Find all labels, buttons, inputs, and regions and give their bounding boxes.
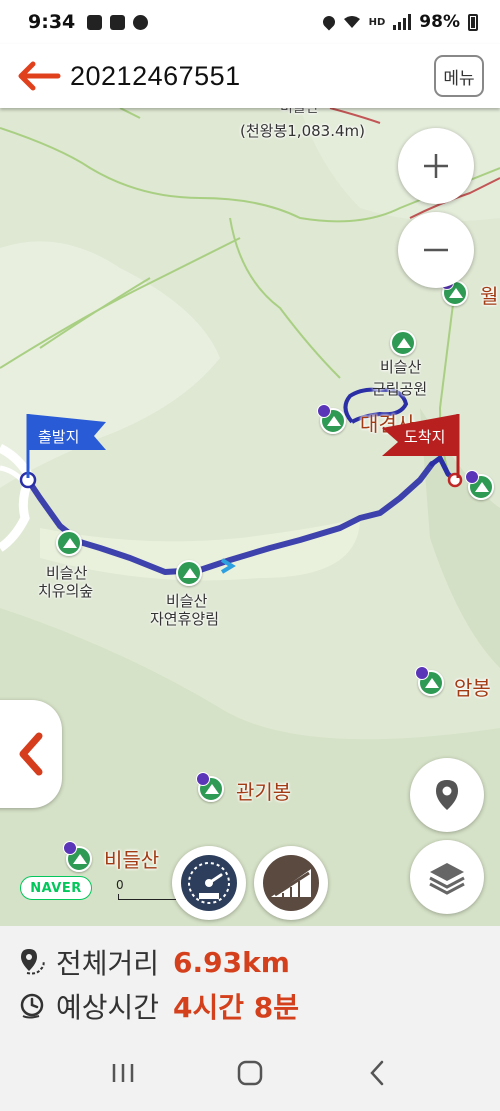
back-button[interactable] bbox=[16, 56, 62, 96]
time-value: 4시간 8분 bbox=[173, 991, 300, 1024]
speedometer-button[interactable] bbox=[172, 846, 246, 920]
app-notification-icon bbox=[110, 14, 126, 30]
map-label-forest-line2: 자연휴양림 bbox=[150, 610, 220, 628]
start-flag-label: 출발지 bbox=[38, 428, 80, 446]
location-icon bbox=[320, 13, 338, 31]
recent-apps-icon bbox=[113, 1063, 134, 1082]
distance-label: 전체거리 bbox=[56, 947, 160, 980]
poi-healing-forest-icon[interactable] bbox=[56, 530, 82, 556]
map-label-healing-line2: 치유의숲 bbox=[38, 582, 94, 600]
minus-icon bbox=[424, 248, 448, 252]
battery-percent: 98% bbox=[419, 12, 460, 32]
map-label-gwangibong: 관기봉 bbox=[236, 780, 292, 804]
recent-apps-button[interactable] bbox=[93, 1048, 153, 1098]
status-bar: 9:34 HD 98% bbox=[0, 0, 500, 44]
zoom-out-button[interactable] bbox=[398, 212, 474, 288]
home-button[interactable] bbox=[220, 1048, 280, 1098]
map-label-forest-line1: 비슬산 bbox=[166, 592, 208, 610]
poi-badge-icon bbox=[63, 841, 77, 855]
map-label-top-name: 비슬산 bbox=[280, 108, 319, 116]
nav-back-button[interactable] bbox=[347, 1048, 407, 1098]
speedometer-icon bbox=[181, 855, 237, 911]
end-flag-icon bbox=[382, 414, 460, 478]
scale-label: 0 bbox=[116, 878, 124, 892]
map-label-wol: 월 bbox=[480, 284, 499, 308]
time-label: 예상시간 bbox=[56, 991, 160, 1024]
music-icon bbox=[133, 14, 149, 30]
elevation-button[interactable] bbox=[254, 846, 328, 920]
my-location-button[interactable] bbox=[410, 758, 484, 832]
map-label-park-line2: 군립공원 bbox=[372, 380, 428, 398]
poi-park-icon[interactable] bbox=[390, 330, 416, 356]
chevron-left-icon bbox=[19, 732, 43, 776]
distance-value: 6.93km bbox=[173, 945, 290, 979]
layers-icon bbox=[429, 863, 465, 895]
map-label-healing-line1: 비슬산 bbox=[46, 564, 88, 582]
gallery-icon bbox=[87, 14, 103, 30]
poi-recreation-forest-icon[interactable] bbox=[176, 560, 202, 586]
chevron-left-icon bbox=[369, 1060, 383, 1085]
home-icon bbox=[237, 1060, 263, 1085]
app-header: 20212467551 메뉴 bbox=[0, 44, 500, 108]
elevation-icon bbox=[263, 855, 319, 911]
arrow-left-icon bbox=[18, 61, 61, 91]
time-row: 예상시간 4시간 8분 bbox=[18, 984, 500, 1028]
location-pin-icon bbox=[436, 780, 458, 810]
scale-bar bbox=[118, 894, 176, 900]
map-label-ambong: 암봉 bbox=[454, 676, 491, 700]
clock-icon bbox=[18, 991, 48, 1021]
plus-icon bbox=[424, 154, 448, 178]
system-icons: HD 98% bbox=[320, 12, 478, 32]
end-flag-label: 도착지 bbox=[404, 428, 446, 446]
route-distance-icon bbox=[18, 947, 48, 977]
signal-icon bbox=[393, 14, 412, 30]
layers-button[interactable] bbox=[410, 840, 484, 914]
map-label-bideulsan: 비들산 bbox=[104, 848, 160, 872]
menu-button[interactable]: 메뉴 bbox=[434, 55, 484, 97]
hd-voice-icon: HD bbox=[368, 16, 386, 28]
poi-badge-icon bbox=[415, 666, 429, 680]
page-title: 20212467551 bbox=[70, 60, 241, 91]
battery-icon bbox=[468, 13, 478, 31]
poi-badge-icon bbox=[317, 404, 331, 418]
poi-badge-icon bbox=[465, 470, 479, 484]
side-panel-toggle[interactable] bbox=[0, 700, 62, 808]
distance-row: 전체거리 6.93km bbox=[18, 940, 500, 984]
notification-icons bbox=[87, 14, 149, 30]
route-info-panel: 전체거리 6.93km 예상시간 4시간 8분 bbox=[0, 926, 500, 1034]
map-label-top-peak: (천왕봉1,083.4m) bbox=[240, 122, 365, 140]
status-time: 9:34 bbox=[28, 11, 76, 33]
map-label-park-line1: 비슬산 bbox=[380, 358, 422, 376]
map-view[interactable]: 비슬산 (천왕봉1,083.4m) 비슬산 군립공원 대견사 월 비슬산 치유의… bbox=[0, 108, 500, 926]
wifi-icon bbox=[343, 16, 360, 28]
zoom-in-button[interactable] bbox=[398, 128, 474, 204]
naver-logo: NAVER bbox=[20, 876, 92, 900]
system-nav-bar bbox=[0, 1034, 500, 1111]
poi-badge-icon bbox=[196, 772, 210, 786]
